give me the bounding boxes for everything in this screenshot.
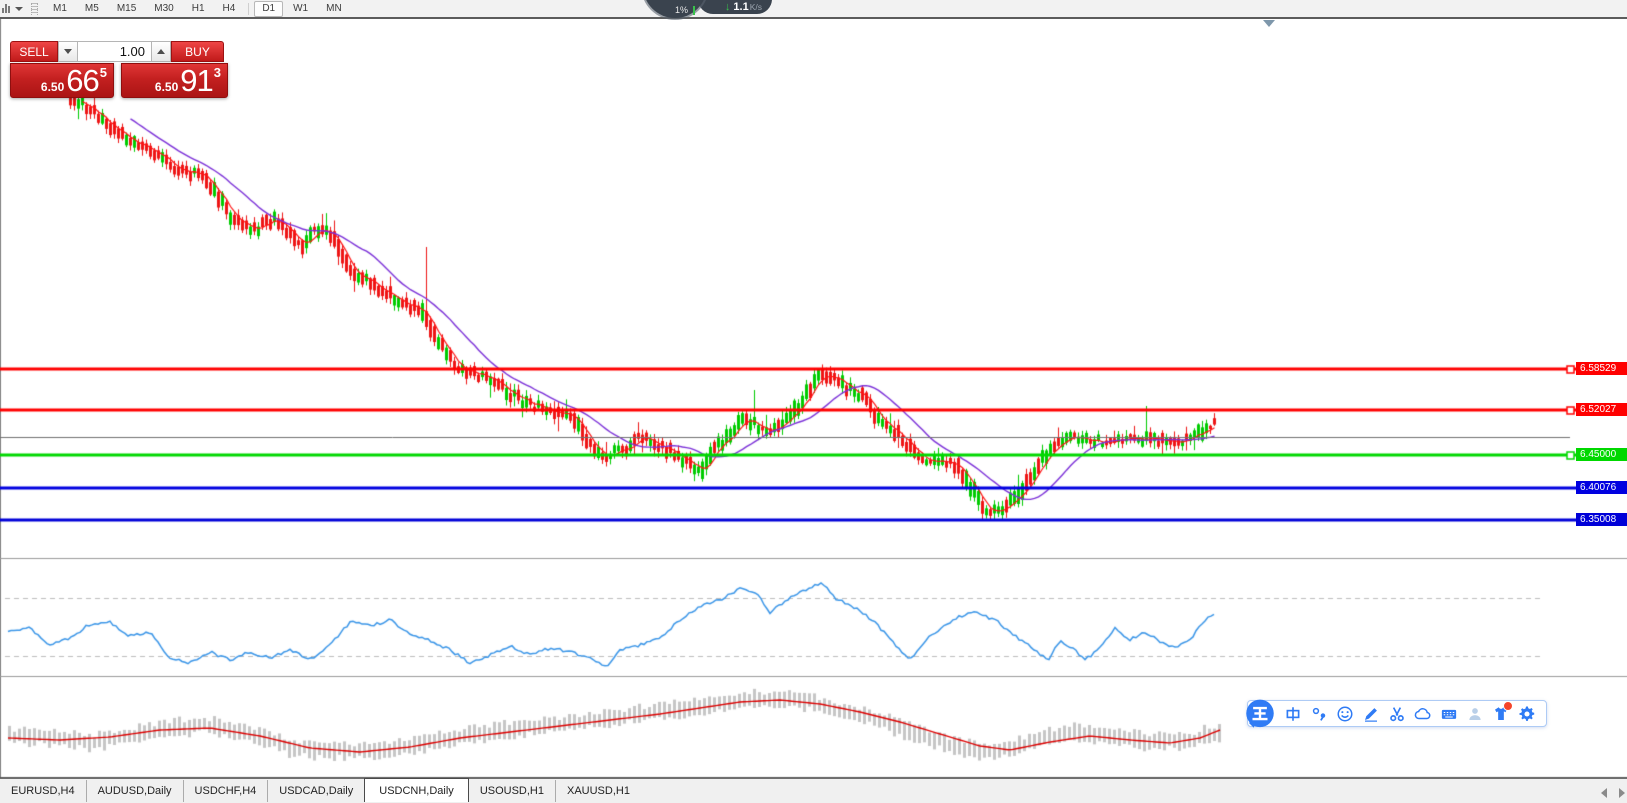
ime-logo-icon[interactable] — [1245, 699, 1275, 729]
caret-down-icon — [64, 49, 72, 54]
toolbar-grip — [31, 3, 38, 15]
toolbar-separator — [248, 3, 249, 15]
timeframe-m5[interactable]: M5 — [77, 1, 107, 17]
sell-button[interactable]: SELL — [10, 41, 58, 62]
scissors-icon[interactable] — [1388, 705, 1406, 723]
caret-up-icon — [157, 49, 165, 54]
timeframe-toolbar: M1 M5 M15 M30 H1 H4 D1 W1 MN — [0, 0, 1627, 19]
timeframe-h4[interactable]: H4 — [215, 1, 244, 17]
panel-collapse-arrow-icon[interactable] — [1263, 20, 1275, 27]
timeframe-m1[interactable]: M1 — [45, 1, 75, 17]
tab-usdcnh-daily[interactable]: USDCNH,Daily — [364, 778, 469, 802]
timeframe-w1[interactable]: W1 — [285, 1, 316, 17]
tab-usousd-h1[interactable]: USOUSD,H1 — [469, 780, 555, 802]
chart-style-icon — [2, 4, 12, 13]
buy-price-pips: 91 — [180, 66, 212, 95]
tab-eurusd-h4[interactable]: EURUSD,H4 — [0, 780, 86, 802]
timeframe-h1[interactable]: H1 — [184, 1, 213, 17]
timeframe-m15[interactable]: M15 — [109, 1, 144, 17]
tab-xauusd-h1[interactable]: XAUUSD,H1 — [555, 780, 641, 802]
timeframe-m30[interactable]: M30 — [146, 1, 181, 17]
settings-gear-icon[interactable] — [1518, 705, 1536, 723]
punctuation-icon[interactable] — [1310, 705, 1328, 723]
tab-audusd-daily[interactable]: AUDUSD,Daily — [86, 780, 183, 802]
tab-scroll-right-icon[interactable] — [1619, 788, 1625, 798]
download-speed-unit: K/s — [750, 2, 762, 13]
chinese-mode-icon[interactable] — [1284, 705, 1302, 723]
net-ball-tick — [693, 6, 695, 15]
net-speed-pill: ↓ 1.1 K/s — [698, 0, 772, 14]
toolbar-dropdown[interactable] — [2, 4, 23, 13]
tab-usdchf-h4[interactable]: USDCHF,H4 — [183, 780, 268, 802]
account-icon[interactable] — [1466, 705, 1484, 723]
sell-price-pips: 66 — [66, 66, 98, 95]
hline-price-label[interactable]: 6.58529 — [1576, 362, 1627, 375]
virtual-keyboard-icon[interactable] — [1440, 705, 1458, 723]
volume-decrease-button[interactable] — [58, 41, 78, 62]
buy-quote-button[interactable]: 6.50 91 3 — [121, 63, 228, 98]
tab-usdcad-daily[interactable]: USDCAD,Daily — [267, 780, 364, 802]
timeframe-d1[interactable]: D1 — [254, 1, 283, 17]
hline-price-label[interactable]: 6.45000 — [1576, 448, 1627, 461]
net-ball-label: 1% — [675, 5, 688, 15]
download-arrow-icon: ↓ — [725, 2, 731, 13]
chart-canvas[interactable] — [0, 0, 1627, 803]
download-speed-value: 1.1 — [733, 1, 748, 13]
tab-scroll-left-icon[interactable] — [1601, 788, 1607, 798]
ime-toolbar — [1247, 700, 1547, 727]
notification-dot — [1503, 701, 1513, 711]
hline-price-label[interactable]: 6.35008 — [1576, 513, 1627, 526]
chart-tab-bar: EURUSD,H4 AUDUSD,Daily USDCHF,H4 USDCAD,… — [0, 778, 1627, 803]
chevron-down-icon — [15, 7, 23, 11]
buy-price-point: 3 — [214, 66, 221, 79]
hline-price-label[interactable]: 6.40076 — [1576, 481, 1627, 494]
sell-price-point: 5 — [100, 66, 107, 79]
volume-input[interactable] — [78, 41, 151, 62]
sell-price-prefix: 6.50 — [41, 80, 64, 95]
skin-icon[interactable] — [1492, 705, 1510, 723]
hline-price-label[interactable]: 6.52027 — [1576, 403, 1627, 416]
emoji-icon[interactable] — [1336, 705, 1354, 723]
timeframe-mn[interactable]: MN — [318, 1, 350, 17]
volume-increase-button[interactable] — [151, 41, 171, 62]
buy-price-prefix: 6.50 — [155, 80, 178, 95]
buy-button[interactable]: BUY — [171, 41, 224, 62]
handwriting-pen-icon[interactable] — [1362, 705, 1380, 723]
cloud-icon[interactable] — [1414, 705, 1432, 723]
sell-quote-button[interactable]: 6.50 66 5 — [10, 63, 114, 98]
